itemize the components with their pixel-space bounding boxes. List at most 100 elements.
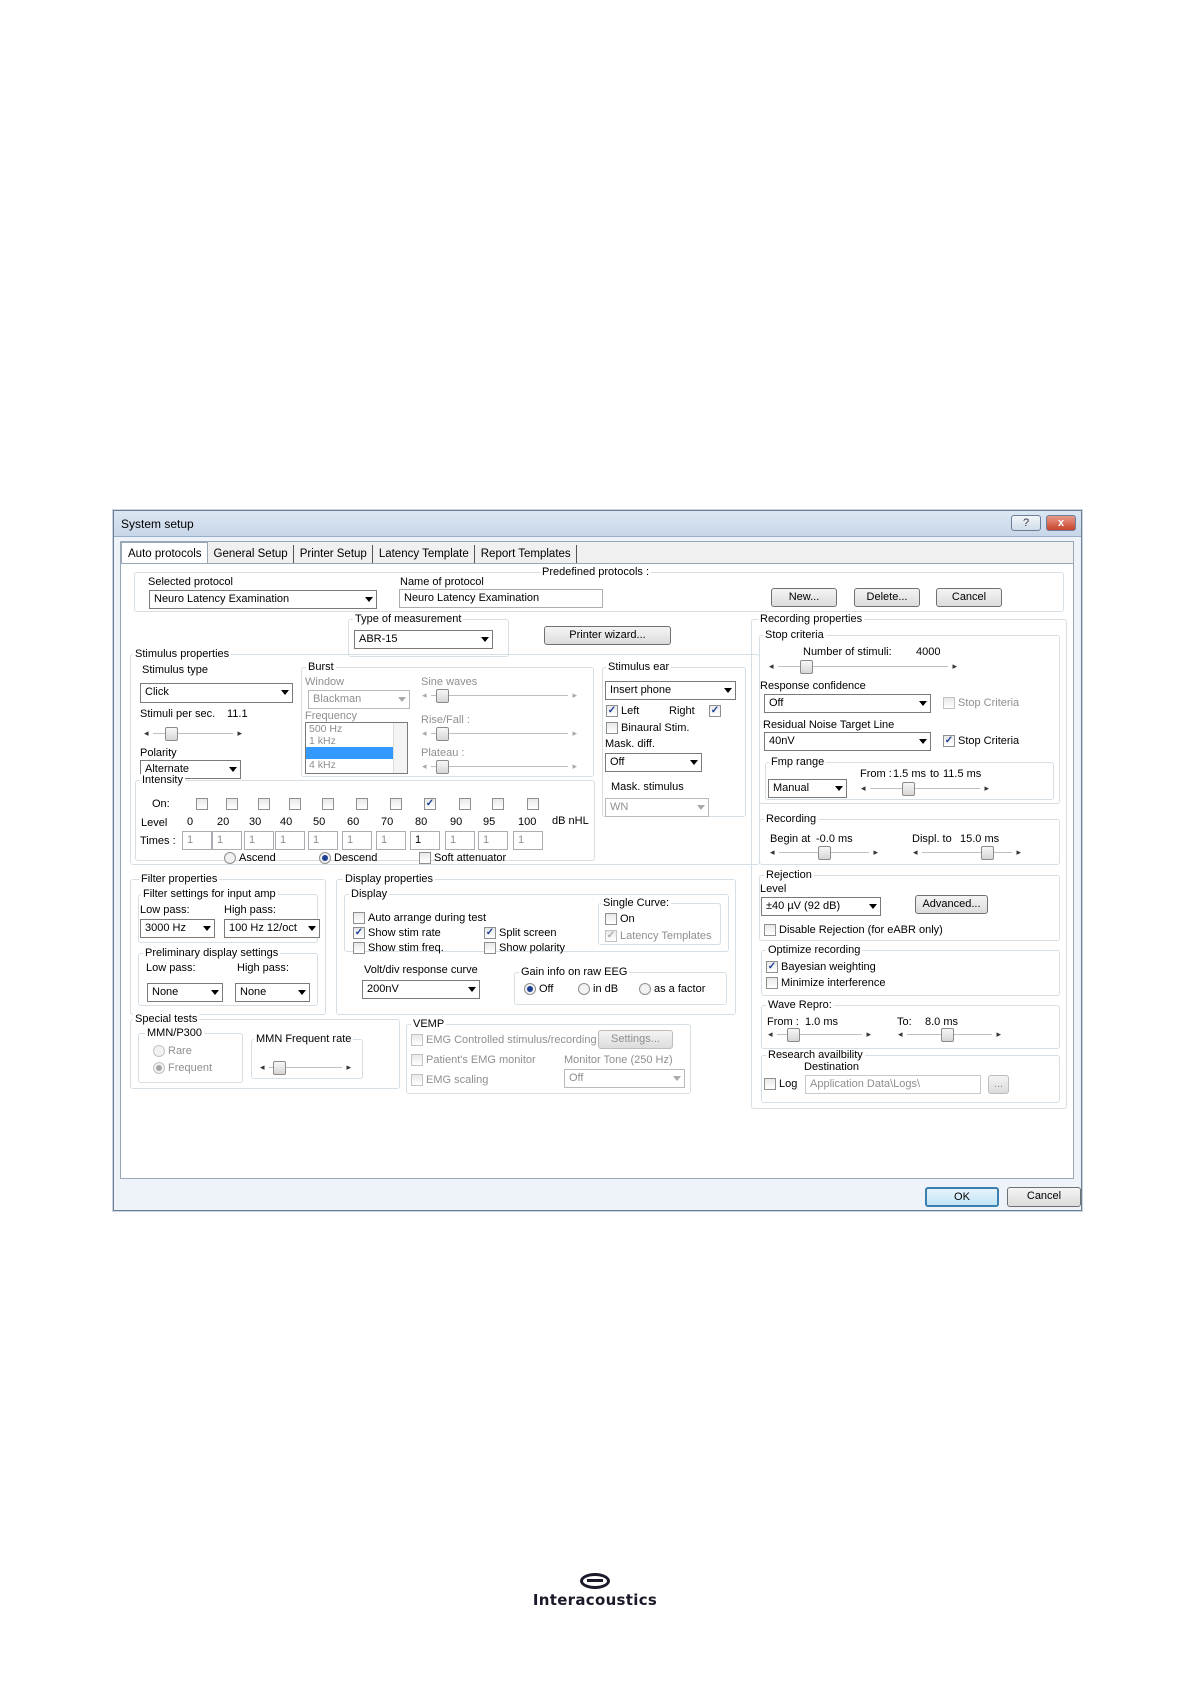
frequency-item-selected[interactable]: 2 kHz xyxy=(306,747,407,759)
selected-protocol-dropdown[interactable]: Neuro Latency Examination xyxy=(149,590,377,609)
prelim-low-dropdown[interactable]: None xyxy=(147,983,223,1002)
tab-latency-template[interactable]: Latency Template xyxy=(373,545,475,563)
tab-auto-protocols[interactable]: Auto protocols xyxy=(121,542,208,564)
emg-scaling-checkbox[interactable] xyxy=(411,1074,423,1086)
sine-waves-slider[interactable]: ◂ ▸ xyxy=(421,689,578,703)
intensity-times-field[interactable]: 1 xyxy=(410,831,440,850)
intensity-on-checkbox[interactable] xyxy=(492,798,504,810)
soft-attenuator-checkbox[interactable] xyxy=(419,852,431,864)
ok-button[interactable]: OK xyxy=(925,1187,999,1207)
footer-cancel-button[interactable]: Cancel xyxy=(1007,1187,1081,1207)
auto-arrange-checkbox[interactable] xyxy=(353,912,365,924)
cancel-protocol-button[interactable]: Cancel xyxy=(936,588,1002,607)
resp-stop-criteria-checkbox[interactable] xyxy=(943,697,955,709)
patient-emg-checkbox[interactable] xyxy=(411,1054,423,1066)
intensity-times-field[interactable]: 1 xyxy=(513,831,543,850)
left-ear-checkbox[interactable]: ✓ xyxy=(606,705,618,717)
bayesian-checkbox[interactable]: ✓ xyxy=(766,961,778,973)
intensity-level-field[interactable]: 95 xyxy=(478,813,508,832)
show-stim-rate-checkbox[interactable]: ✓ xyxy=(353,927,365,939)
intensity-times-field[interactable]: 1 xyxy=(244,831,274,850)
intensity-on-checkbox[interactable] xyxy=(390,798,402,810)
intensity-times-field[interactable]: 1 xyxy=(445,831,475,850)
new-protocol-button[interactable]: New... xyxy=(771,588,837,607)
intensity-level-field[interactable]: 90 xyxy=(445,813,475,832)
show-polarity-checkbox[interactable] xyxy=(484,942,496,954)
frequency-list[interactable]: 500 Hz 1 kHz 2 kHz 4 kHz xyxy=(305,722,408,774)
intensity-on-checkbox[interactable] xyxy=(356,798,368,810)
intensity-times-field[interactable]: 1 xyxy=(376,831,406,850)
frequent-radio[interactable] xyxy=(153,1062,165,1074)
rejection-level-dropdown[interactable]: ±40 µV (92 dB) xyxy=(761,897,881,916)
intensity-on-checkbox[interactable] xyxy=(226,798,238,810)
stimulus-type-dropdown[interactable]: Click xyxy=(140,683,293,703)
response-confidence-dropdown[interactable]: Off xyxy=(764,694,931,713)
intensity-times-field[interactable]: 1 xyxy=(212,831,242,850)
mmn-rate-slider[interactable]: ◂ ▸ xyxy=(259,1061,352,1075)
intensity-level-field[interactable]: 20 xyxy=(212,813,242,832)
single-curve-on-checkbox[interactable] xyxy=(605,913,617,925)
begin-at-slider[interactable]: ◂ ▸ xyxy=(769,846,879,860)
intensity-on-checkbox[interactable]: ✓ xyxy=(424,798,436,810)
low-pass-dropdown[interactable]: 3000 Hz xyxy=(140,919,215,938)
intensity-times-field[interactable]: 1 xyxy=(342,831,372,850)
binaural-checkbox[interactable] xyxy=(606,722,618,734)
help-button[interactable]: ? xyxy=(1011,515,1041,531)
rare-radio[interactable] xyxy=(153,1045,165,1057)
intensity-level-field[interactable]: 30 xyxy=(244,813,274,832)
wave-from-slider[interactable]: ◂ ▸ xyxy=(767,1028,872,1042)
intensity-level-field[interactable]: 50 xyxy=(308,813,338,832)
emg-controlled-checkbox[interactable] xyxy=(411,1034,423,1046)
close-button[interactable]: x xyxy=(1046,515,1076,531)
intensity-on-checkbox[interactable] xyxy=(322,798,334,810)
transducer-dropdown[interactable]: Insert phone xyxy=(605,681,736,700)
monitor-tone-dropdown[interactable]: Off xyxy=(564,1069,685,1088)
tab-printer-setup[interactable]: Printer Setup xyxy=(294,545,373,563)
tab-report-templates[interactable]: Report Templates xyxy=(475,545,577,563)
gain-db-radio[interactable] xyxy=(578,983,590,995)
printer-wizard-button[interactable]: Printer wizard... xyxy=(544,626,671,645)
mask-stimulus-dropdown[interactable]: WN xyxy=(605,798,709,817)
intensity-on-checkbox[interactable] xyxy=(527,798,539,810)
show-stim-freq-checkbox[interactable] xyxy=(353,942,365,954)
frequency-scrollbar[interactable] xyxy=(393,723,407,773)
gain-factor-radio[interactable] xyxy=(639,983,651,995)
log-checkbox[interactable] xyxy=(764,1078,776,1090)
disable-rejection-checkbox[interactable] xyxy=(764,924,776,936)
fmp-range-dropdown[interactable]: Manual xyxy=(768,779,847,798)
intensity-level-field[interactable]: 100 xyxy=(513,813,543,832)
prelim-high-dropdown[interactable]: None xyxy=(235,983,310,1002)
intensity-times-field[interactable]: 1 xyxy=(182,831,212,850)
destination-field[interactable]: Application Data\Logs\ xyxy=(805,1075,981,1094)
intensity-on-checkbox[interactable] xyxy=(196,798,208,810)
rise-fall-slider[interactable]: ◂ ▸ xyxy=(421,727,578,741)
minimize-interference-checkbox[interactable] xyxy=(766,977,778,989)
fmp-range-slider[interactable]: ◂ ▸ xyxy=(860,782,990,796)
residual-stop-criteria-checkbox[interactable]: ✓ xyxy=(943,735,955,747)
stimuli-rate-slider[interactable]: ◂ ▸ xyxy=(143,727,243,741)
vemp-settings-button[interactable]: Settings... xyxy=(598,1030,673,1049)
protocol-name-field[interactable]: Neuro Latency Examination xyxy=(399,589,603,608)
split-screen-checkbox[interactable]: ✓ xyxy=(484,927,496,939)
advanced-button[interactable]: Advanced... xyxy=(915,895,988,914)
gain-off-radio[interactable] xyxy=(524,983,536,995)
descend-radio[interactable] xyxy=(319,852,331,864)
browse-button[interactable]: ... xyxy=(988,1075,1009,1094)
window-dropdown[interactable]: Blackman xyxy=(308,690,410,709)
tab-general-setup[interactable]: General Setup xyxy=(208,545,294,563)
frequency-item[interactable]: 500 Hz xyxy=(306,723,407,735)
intensity-times-field[interactable]: 1 xyxy=(275,831,305,850)
intensity-on-checkbox[interactable] xyxy=(258,798,270,810)
mask-diff-dropdown[interactable]: Off xyxy=(605,753,702,772)
high-pass-dropdown[interactable]: 100 Hz 12/oct xyxy=(224,919,320,938)
intensity-level-field[interactable]: 70 xyxy=(376,813,406,832)
right-ear-checkbox[interactable]: ✓ xyxy=(709,705,721,717)
frequency-item[interactable]: 4 kHz xyxy=(306,759,407,771)
title-bar[interactable]: System setup ? x xyxy=(114,511,1081,537)
intensity-level-field[interactable]: 80 xyxy=(410,813,440,832)
stimuli-count-slider[interactable]: ◂ ▸ xyxy=(768,660,958,674)
volt-div-dropdown[interactable]: 200nV xyxy=(362,980,480,999)
intensity-level-field[interactable]: 0 xyxy=(182,813,212,832)
ascend-radio[interactable] xyxy=(224,852,236,864)
intensity-level-field[interactable]: 60 xyxy=(342,813,372,832)
